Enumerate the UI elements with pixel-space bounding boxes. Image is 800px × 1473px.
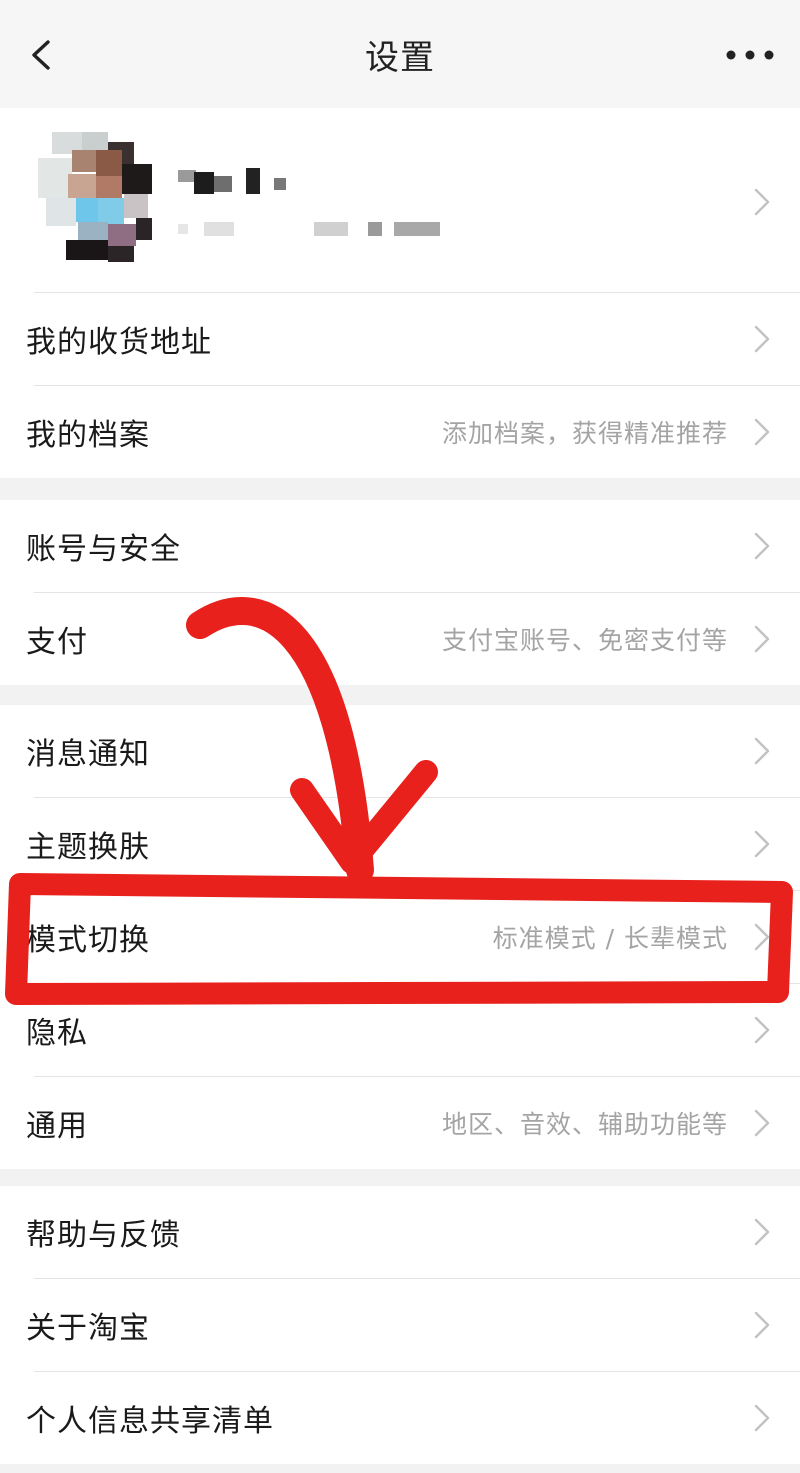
settings-row-theme[interactable]: 主题换肤 xyxy=(0,798,800,890)
chevron-right-icon xyxy=(754,325,770,353)
row-label: 帮助与反馈 xyxy=(26,1218,181,1253)
chevron-right-icon xyxy=(754,532,770,560)
row-label: 支付 xyxy=(26,625,88,660)
settings-row-payment[interactable]: 支付 支付宝账号、免密支付等 xyxy=(0,593,800,685)
row-label: 消息通知 xyxy=(26,737,150,772)
chevron-right-icon xyxy=(754,1109,770,1137)
settings-row-archive[interactable]: 我的档案 添加档案，获得精准推荐 xyxy=(0,386,800,478)
row-hint: 标准模式 / 长辈模式 xyxy=(492,924,728,953)
settings-row-about[interactable]: 关于淘宝 xyxy=(0,1279,800,1371)
row-label: 通用 xyxy=(26,1109,88,1144)
settings-group-preferences: 消息通知 主题换肤 模式切换 标准模式 / 长辈模式 隐私 通用 地区、音效、辅… xyxy=(0,705,800,1169)
chevron-right-icon xyxy=(754,923,770,951)
settings-row-general[interactable]: 通用 地区、音效、辅助功能等 xyxy=(0,1077,800,1169)
settings-row-mode-switch[interactable]: 模式切换 标准模式 / 长辈模式 xyxy=(0,891,800,983)
avatar[interactable] xyxy=(38,128,160,264)
row-label: 隐私 xyxy=(26,1016,88,1051)
row-label: 我的档案 xyxy=(26,418,150,453)
row-hint: 添加档案，获得精准推荐 xyxy=(441,419,728,448)
profile-name-blur xyxy=(178,168,286,194)
row-label: 我的收货地址 xyxy=(26,325,212,360)
row-label: 账号与安全 xyxy=(26,532,181,567)
chevron-right-icon xyxy=(754,830,770,858)
chevron-right-icon xyxy=(754,625,770,653)
chevron-right-icon xyxy=(754,1218,770,1246)
profile-subtitle-blur xyxy=(178,222,440,236)
settings-row-privacy[interactable]: 隐私 xyxy=(0,984,800,1076)
chevron-right-icon xyxy=(754,188,770,216)
settings-row-account-security[interactable]: 账号与安全 xyxy=(0,500,800,592)
page-title: 设置 xyxy=(365,37,435,78)
row-label: 关于淘宝 xyxy=(26,1311,150,1346)
chevron-right-icon xyxy=(754,418,770,446)
row-label: 模式切换 xyxy=(26,923,150,958)
more-dots-icon[interactable] xyxy=(724,48,776,62)
chevron-right-icon xyxy=(754,1311,770,1339)
settings-group-about: 帮助与反馈 关于淘宝 个人信息共享清单 xyxy=(0,1186,800,1464)
row-label: 个人信息共享清单 xyxy=(26,1404,274,1439)
nav-bar: 设置 xyxy=(0,0,800,108)
row-label: 主题换肤 xyxy=(26,830,150,865)
settings-group-security: 账号与安全 支付 支付宝账号、免密支付等 xyxy=(0,500,800,685)
settings-row-address[interactable]: 我的收货地址 xyxy=(0,293,800,385)
settings-row-help-feedback[interactable]: 帮助与反馈 xyxy=(0,1186,800,1278)
chevron-right-icon xyxy=(754,737,770,765)
row-hint: 地区、音效、辅助功能等 xyxy=(441,1110,728,1139)
row-hint: 支付宝账号、免密支付等 xyxy=(441,626,728,655)
chevron-right-icon xyxy=(754,1016,770,1044)
settings-row-info-sharing[interactable]: 个人信息共享清单 xyxy=(0,1372,800,1464)
chevron-right-icon xyxy=(754,1404,770,1432)
chevron-left-icon[interactable] xyxy=(26,40,56,70)
settings-row-notifications[interactable]: 消息通知 xyxy=(0,705,800,797)
